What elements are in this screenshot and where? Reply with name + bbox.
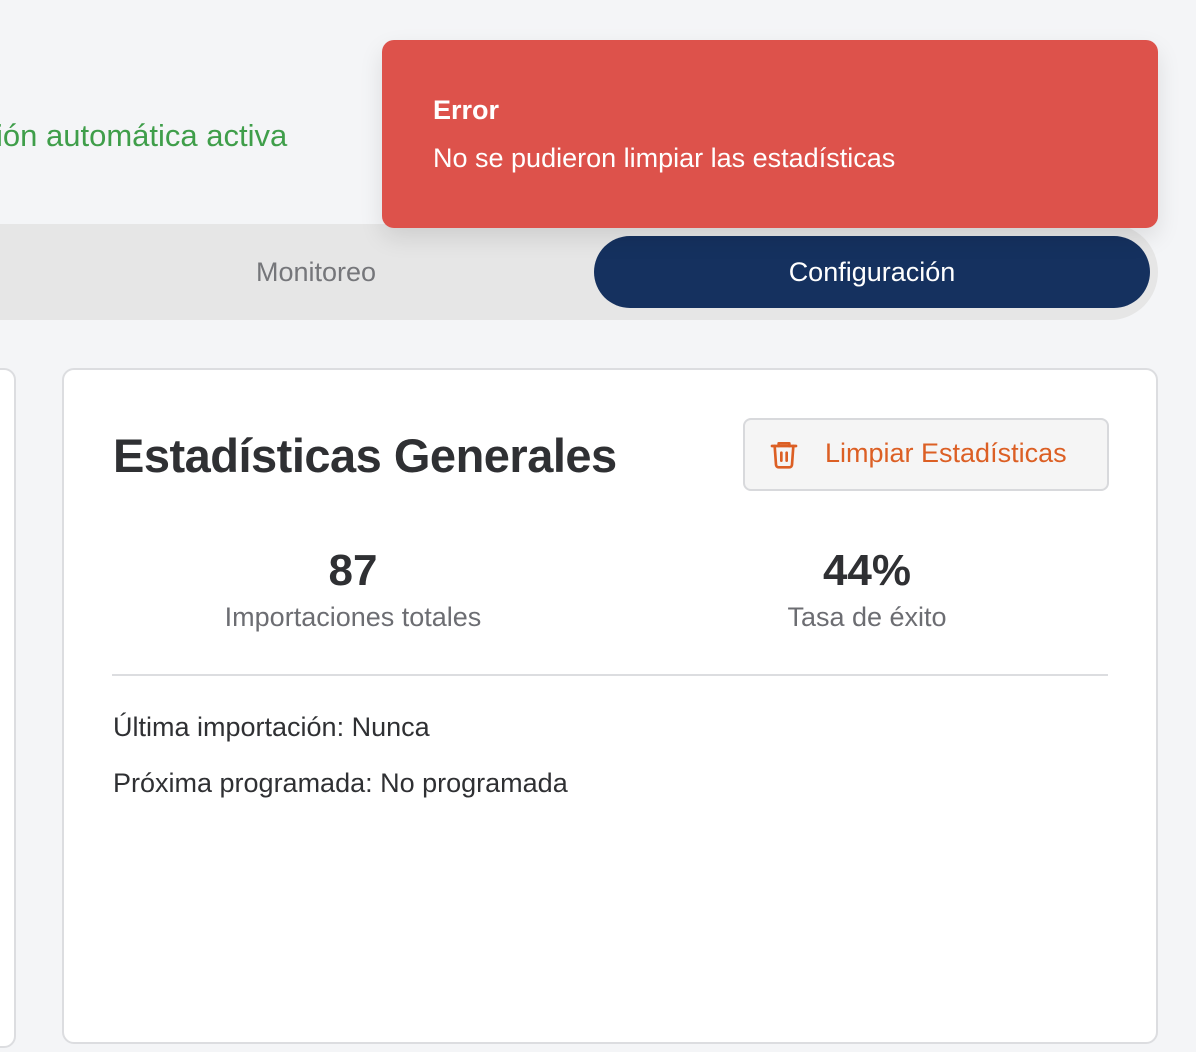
- clear-stats-button[interactable]: Limpiar Estadísticas: [743, 418, 1109, 491]
- next-scheduled-info: Próxima programada: No programada: [113, 768, 568, 798]
- metric-value: 87: [328, 546, 378, 595]
- tab-configuracion[interactable]: Configuración: [594, 236, 1150, 308]
- metric-label: Importaciones totales: [224, 602, 482, 632]
- trash-icon: [770, 442, 798, 469]
- card-title: Estadísticas Generales: [113, 429, 617, 482]
- left-panel-card: [0, 368, 16, 1048]
- metric-value: 44%: [822, 546, 912, 595]
- tab-monitoreo[interactable]: Monitoreo: [40, 236, 592, 308]
- divider: [112, 674, 1108, 676]
- clear-stats-label: Limpiar Estadísticas: [825, 438, 1067, 468]
- view-tabs: Monitoreo Configuración: [0, 224, 1158, 320]
- metric-success-rate: 44% Tasa de éxito: [657, 542, 1077, 634]
- metric-label: Tasa de éxito: [787, 602, 947, 632]
- general-stats-card: Estadísticas Generales Limpiar Estadísti…: [62, 368, 1158, 1044]
- auto-import-status: ión automática activa: [0, 118, 288, 153]
- last-import-info: Última importación: Nunca: [113, 712, 430, 742]
- metric-total-imports: 87 Importaciones totales: [143, 542, 563, 634]
- toast-message: No se pudieron limpiar las estadísticas: [433, 143, 896, 173]
- toast-title: Error: [433, 95, 500, 125]
- error-toast[interactable]: Error No se pudieron limpiar las estadís…: [382, 40, 1158, 228]
